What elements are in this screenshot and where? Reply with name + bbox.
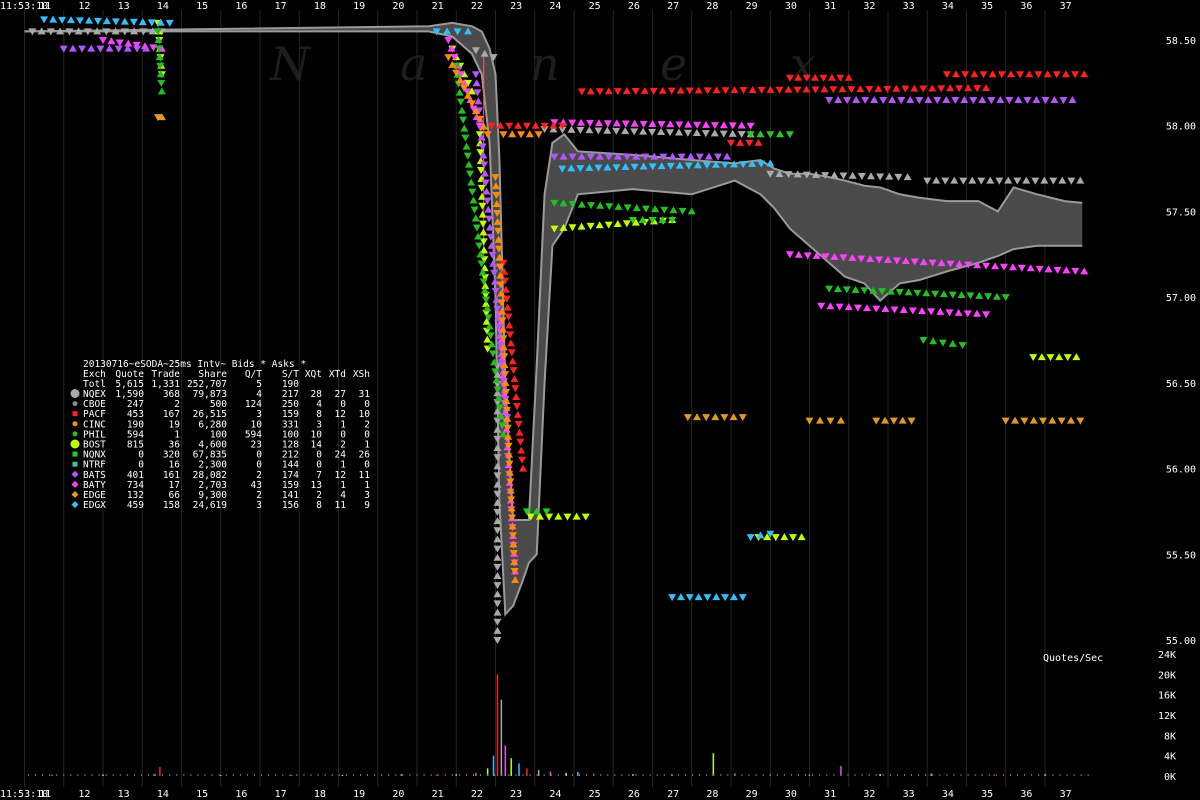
x-tick-label-top: 11 — [39, 1, 51, 12]
x-tick-label-top: 34 — [942, 1, 954, 12]
x-tick-label-bottom: 33 — [903, 789, 915, 800]
rate-tick-label: 16K — [1158, 691, 1176, 702]
x-tick-label-top: 30 — [785, 1, 797, 12]
price-tick-label: 55.00 — [1166, 636, 1196, 647]
stats-cell: 11 — [335, 500, 347, 511]
x-tick-label-top: 15 — [196, 1, 208, 12]
x-tick-label-top: 14 — [157, 1, 169, 12]
rate-tick-label: 0K — [1164, 772, 1176, 783]
legend-marker-bost — [70, 439, 80, 449]
x-tick-label-bottom: 24 — [549, 789, 561, 800]
x-tick-label-top: 13 — [118, 1, 130, 12]
x-tick-label-bottom: 34 — [942, 789, 954, 800]
stats-col-header: XQt — [305, 369, 322, 380]
x-tick-label-bottom: 27 — [667, 789, 679, 800]
x-tick-label-bottom: 13 — [118, 789, 130, 800]
x-tick-label-bottom: 21 — [432, 789, 444, 800]
x-tick-label-bottom: 36 — [1020, 789, 1032, 800]
legend-marker-ntrf — [72, 461, 78, 467]
x-tick-label-top: 36 — [1020, 1, 1032, 12]
price-tick-label: 56.00 — [1166, 465, 1196, 476]
stats-cell: 3 — [256, 500, 262, 511]
x-tick-label-bottom: 16 — [235, 789, 247, 800]
x-tick-label-top: 27 — [667, 1, 679, 12]
x-tick-label-top: 23 — [510, 1, 522, 12]
x-tick-label-bottom: 14 — [157, 789, 169, 800]
x-tick-label-bottom: 25 — [589, 789, 601, 800]
legend-marker-cboe — [72, 401, 78, 407]
rate-tick-label: 20K — [1158, 670, 1176, 681]
stats-col-header: XTd — [329, 369, 346, 380]
x-tick-label-bottom: 26 — [628, 789, 640, 800]
x-tick-label-top: 32 — [863, 1, 875, 12]
x-tick-label-bottom: 30 — [785, 789, 797, 800]
rate-tick-label: 4K — [1164, 752, 1176, 763]
x-tick-label-top: 24 — [549, 1, 561, 12]
x-tick-label-bottom: 12 — [78, 789, 90, 800]
x-tick-label-bottom: 32 — [863, 789, 875, 800]
price-tick-label: 57.50 — [1166, 207, 1196, 218]
x-tick-label-top: 17 — [275, 1, 287, 12]
x-tick-label-bottom: 18 — [314, 789, 326, 800]
legend-marker-phil — [72, 431, 78, 437]
price-tick-label: 55.50 — [1166, 550, 1196, 561]
x-tick-label-bottom: 23 — [510, 789, 522, 800]
stats-cell: 158 — [163, 500, 180, 511]
x-tick-label-top: 18 — [314, 1, 326, 12]
x-tick-label-top: 20 — [392, 1, 404, 12]
x-tick-label-bottom: 29 — [746, 789, 758, 800]
stats-cell: EDGX — [83, 500, 106, 511]
x-tick-label-top: 31 — [824, 1, 836, 12]
stats-col-header: XSh — [353, 369, 370, 380]
legend-marker-nqnx — [72, 451, 78, 457]
watermark-letter: N — [269, 37, 312, 91]
watermark-letter: x — [790, 37, 816, 91]
x-tick-label-bottom: 15 — [196, 789, 208, 800]
x-tick-label-top: 28 — [706, 1, 718, 12]
x-tick-label-top: 25 — [589, 1, 601, 12]
x-tick-label-top: 33 — [903, 1, 915, 12]
x-tick-label-bottom: 35 — [981, 789, 993, 800]
legend-marker-cinc — [72, 421, 78, 427]
x-tick-label-top: 35 — [981, 1, 993, 12]
legend-marker-pacf — [72, 411, 78, 417]
x-tick-label-top: 29 — [746, 1, 758, 12]
x-tick-label-bottom: 19 — [353, 789, 365, 800]
x-tick-label-top: 19 — [353, 1, 365, 12]
stats-cell: 24,619 — [193, 500, 228, 511]
watermark-letter: e — [660, 37, 687, 91]
price-tick-label: 57.00 — [1166, 293, 1196, 304]
stats-cell: 8 — [316, 500, 322, 511]
rate-tick-label: 12K — [1158, 711, 1176, 722]
legend-marker-nqex — [70, 389, 80, 398]
x-tick-label-top: 21 — [432, 1, 444, 12]
x-tick-label-top: 12 — [78, 1, 90, 12]
x-tick-label-bottom: 20 — [392, 789, 404, 800]
x-tick-label-top: 26 — [628, 1, 640, 12]
stats-cell: 156 — [282, 500, 299, 511]
price-tick-label: 58.50 — [1166, 36, 1196, 47]
x-tick-label-bottom: 11 — [39, 789, 51, 800]
rate-axis-label: Quotes/Sec — [1043, 653, 1103, 664]
rate-tick-label: 24K — [1158, 650, 1176, 661]
watermark-letter: a — [400, 37, 427, 91]
stats-cell: 9 — [364, 500, 370, 511]
x-tick-label-bottom: 37 — [1060, 789, 1072, 800]
x-tick-label-top: 22 — [471, 1, 483, 12]
stats-cell: 459 — [127, 500, 144, 511]
price-tick-label: 56.50 — [1166, 379, 1196, 390]
x-tick-label-bottom: 31 — [824, 789, 836, 800]
price-tick-label: 58.00 — [1166, 122, 1196, 133]
x-tick-label-bottom: 22 — [471, 789, 483, 800]
x-tick-label-bottom: 28 — [706, 789, 718, 800]
market-chart: Nanex Quotes/Sec 11:53:1011:53:101111121… — [0, 0, 1200, 800]
x-tick-label-top: 37 — [1060, 1, 1072, 12]
x-tick-label-bottom: 17 — [275, 789, 287, 800]
x-tick-label-top: 16 — [235, 1, 247, 12]
rate-tick-label: 8K — [1164, 731, 1176, 742]
